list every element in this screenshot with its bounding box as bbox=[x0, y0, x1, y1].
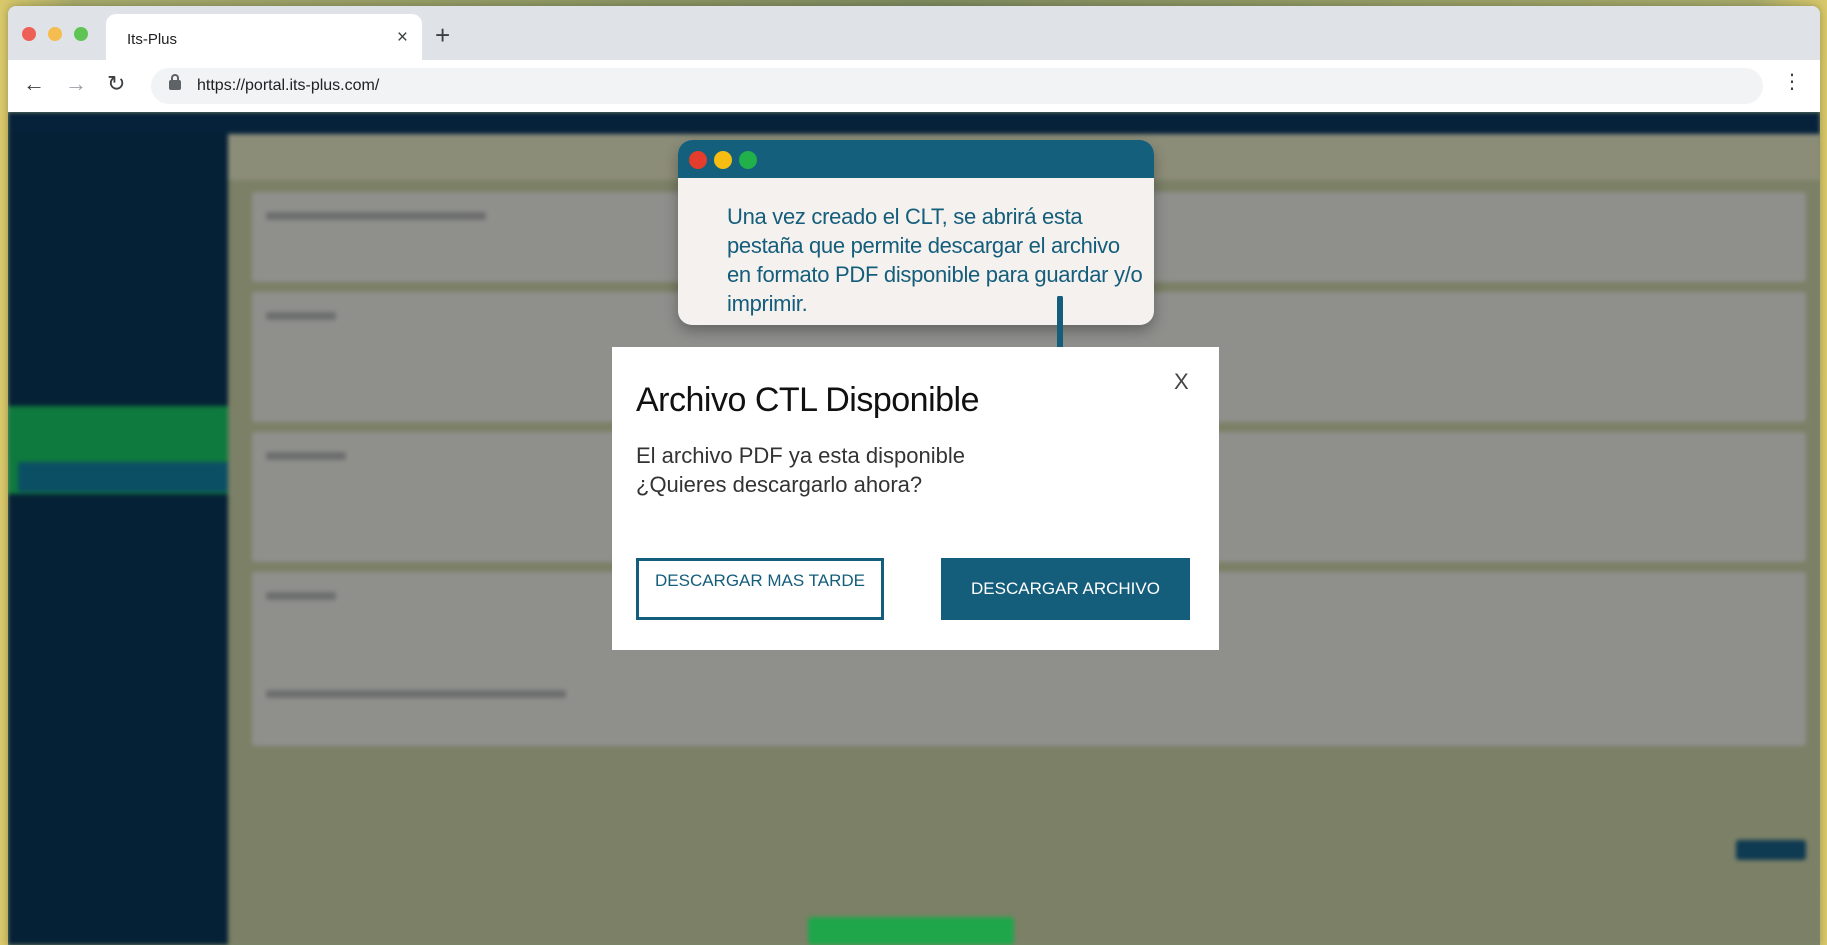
blurred-save-button bbox=[1736, 840, 1806, 860]
browser-menu-icon[interactable]: ⋮ bbox=[1782, 72, 1802, 92]
back-arrow-icon[interactable]: ← bbox=[23, 73, 45, 95]
dialog-message: El archivo PDF ya esta disponible ¿Quier… bbox=[636, 441, 1016, 499]
browser-toolbar: ← → ↻ https://portal.its-plus.com/ ⋮ bbox=[8, 60, 1820, 112]
maximize-window-button[interactable] bbox=[74, 27, 88, 41]
sidebar bbox=[8, 134, 228, 945]
red-dot-icon bbox=[689, 151, 707, 169]
blurred-text bbox=[266, 452, 346, 460]
download-later-button[interactable]: DESCARGAR MAS TARDE bbox=[636, 558, 884, 620]
url-text[interactable]: https://portal.its-plus.com/ bbox=[197, 77, 379, 95]
lock-icon[interactable] bbox=[169, 74, 181, 90]
browser-tab[interactable]: Its-Plus × bbox=[106, 14, 422, 60]
download-file-button[interactable]: DESCARGAR ARCHIVO bbox=[941, 558, 1190, 620]
reload-icon[interactable]: ↻ bbox=[107, 73, 125, 95]
yellow-dot-icon bbox=[714, 151, 732, 169]
minimize-window-button[interactable] bbox=[48, 27, 62, 41]
new-tab-button[interactable]: + bbox=[435, 22, 450, 48]
app-top-bar bbox=[8, 112, 1820, 134]
blurred-text bbox=[266, 592, 336, 600]
close-icon[interactable]: X bbox=[1174, 369, 1189, 395]
dialog-message-line-2: ¿Quieres descargarlo ahora? bbox=[636, 472, 923, 497]
blurred-text bbox=[266, 212, 486, 220]
tab-close-icon[interactable]: × bbox=[397, 27, 408, 49]
tab-bar: Its-Plus × + bbox=[8, 6, 1820, 60]
close-window-button[interactable] bbox=[22, 27, 36, 41]
sidebar-active-subitem bbox=[18, 462, 228, 492]
blurred-floating-button bbox=[808, 917, 1014, 945]
blurred-text bbox=[266, 690, 566, 698]
dialog-title: Archivo CTL Disponible bbox=[636, 381, 980, 419]
blurred-text bbox=[266, 312, 336, 320]
green-dot-icon bbox=[739, 151, 757, 169]
callout-title-bar bbox=[678, 140, 1154, 178]
forward-arrow-icon[interactable]: → bbox=[65, 73, 87, 95]
tab-title: Its-Plus bbox=[127, 31, 178, 48]
dialog-message-line-1: El archivo PDF ya esta disponible bbox=[636, 443, 965, 468]
address-bar[interactable]: https://portal.its-plus.com/ bbox=[151, 68, 1763, 104]
download-dialog: X Archivo CTL Disponible El archivo PDF … bbox=[612, 347, 1219, 650]
